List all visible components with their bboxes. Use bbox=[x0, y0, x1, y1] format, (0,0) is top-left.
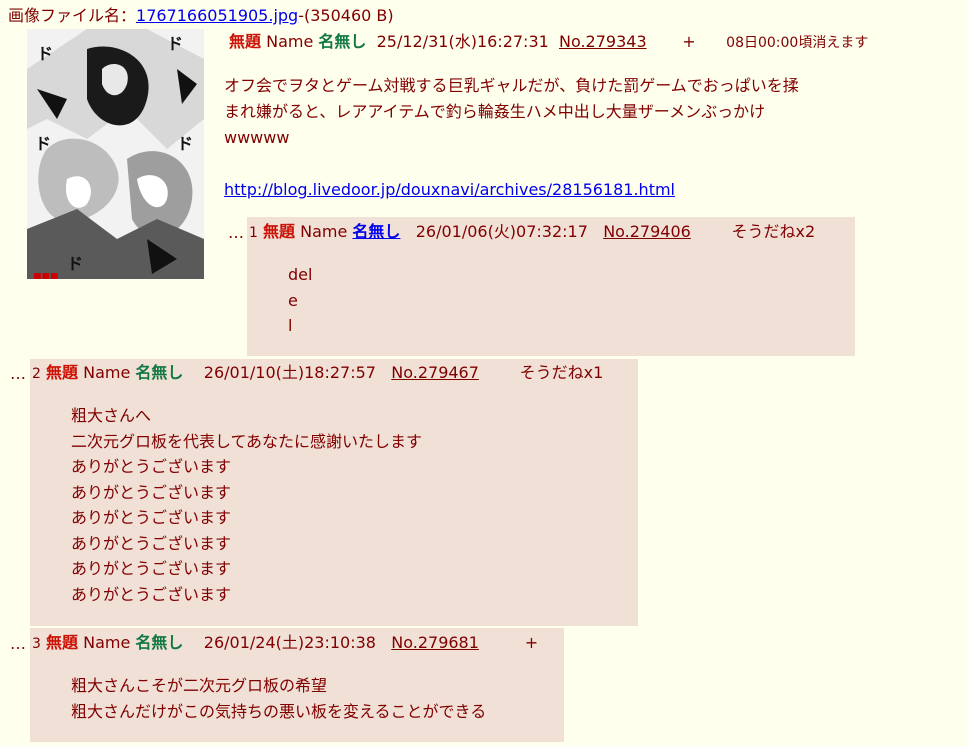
reply-1-name-link[interactable]: 名無し bbox=[352, 222, 400, 241]
reply-2-line: ありがとうございます bbox=[71, 457, 232, 476]
reply-3: 3 無題 Name 名無し 26/01/24(土)23:10:38 No.279… bbox=[30, 628, 564, 742]
reply-1-line: e bbox=[288, 290, 298, 310]
op-date: 25/12/31(水)16:27:31 bbox=[376, 32, 549, 51]
reply-3-date: 26/01/24(土)23:10:38 bbox=[203, 633, 376, 652]
op-body-line: まれ嫌がると、レアアイテムで釣ら輪姦生ハメ中出し大量ザーメンぶっかけ bbox=[224, 102, 766, 121]
reply-2-date: 26/01/10(土)18:27:57 bbox=[203, 363, 376, 382]
reply-2: 2 無題 Name 名無し 26/01/10(土)18:27:57 No.279… bbox=[30, 359, 638, 626]
reply-3-name-label: Name bbox=[83, 633, 131, 652]
svg-text:ド: ド bbox=[35, 134, 51, 153]
file-size: -(350460 B) bbox=[298, 6, 394, 25]
reply-1-name-label: Name bbox=[300, 222, 348, 241]
reply-3-name: 名無し bbox=[135, 633, 184, 652]
op-name-label: Name bbox=[266, 32, 314, 51]
file-info: 画像ファイル名：1767166051905.jpg-(350460 B) bbox=[8, 6, 394, 26]
reply-2-sodane-button[interactable]: そうだねx1 bbox=[520, 363, 604, 382]
reply-2-line: ありがとうございます bbox=[71, 533, 232, 553]
svg-text:ド: ド bbox=[177, 134, 193, 153]
reply-1-post-number[interactable]: No.279406 bbox=[603, 222, 691, 241]
reply-1-index: 1 bbox=[249, 225, 258, 241]
reply-3-post-number[interactable]: No.279681 bbox=[391, 633, 479, 652]
op-title: 無題 bbox=[229, 32, 262, 51]
op-external-link[interactable]: http://blog.livedoor.jp/douxnavi/archive… bbox=[224, 180, 675, 199]
op-sodane-button[interactable]: + bbox=[682, 32, 695, 51]
reply-3-line: 粗大さんこそが二次元グロ板の希望 bbox=[71, 676, 328, 695]
reply-3-body: 粗大さんこそが二次元グロ板の希望 粗大さんだけがこの気持ちの悪い板を変えることが… bbox=[71, 673, 486, 724]
reply-2-index: 2 bbox=[32, 366, 41, 382]
op-header: 無題 Name 名無し 25/12/31(水)16:27:31 No.27934… bbox=[229, 32, 868, 53]
op-body: オフ会でヲタとゲーム対戦する巨乳ギャルだが、負けた罰ゲームでおっぱいを揉 まれ嫌… bbox=[224, 73, 864, 203]
reply-2-line: ありがとうございます bbox=[71, 584, 232, 604]
file-label: 画像ファイル名： bbox=[8, 6, 137, 25]
reply-2-header: 2 無題 Name 名無し 26/01/10(土)18:27:57 No.279… bbox=[32, 363, 603, 384]
reply-1: 1 無題 Name 名無し 26/01/06(火)07:32:17 No.279… bbox=[247, 217, 855, 356]
reply-2-name: 名無し bbox=[135, 363, 184, 382]
reply-2-line: ありがとうございます bbox=[71, 559, 232, 578]
op-post-number[interactable]: No.279343 bbox=[559, 32, 647, 51]
op-body-line: オフ会でヲタとゲーム対戦する巨乳ギャルだが、負けた罰ゲームでおっぱいを揉 bbox=[224, 76, 799, 95]
reply-1-header: 1 無題 Name 名無し 26/01/06(火)07:32:17 No.279… bbox=[249, 222, 815, 243]
reply-3-line: 粗大さんだけがこの気持ちの悪い板を変えることができる bbox=[71, 701, 487, 721]
reply-2-line: 粗大さんへ bbox=[71, 406, 152, 425]
reply-1-line: del bbox=[288, 265, 313, 284]
svg-text:■■■: ■■■ bbox=[33, 272, 59, 279]
reply-1-line: l bbox=[288, 316, 293, 335]
reply-3-header: 3 無題 Name 名無し 26/01/24(土)23:10:38 No.279… bbox=[32, 633, 538, 654]
reply-1-date: 26/01/06(火)07:32:17 bbox=[415, 222, 588, 241]
op-body-line: wwwww bbox=[224, 128, 290, 147]
reply-2-line: ありがとうございます bbox=[71, 508, 232, 527]
reply-2-line: 二次元グロ板を代表してあなたに感謝いたします bbox=[71, 431, 423, 451]
reply-2-dots: … bbox=[10, 364, 26, 383]
reply-3-index: 3 bbox=[32, 636, 41, 652]
svg-text:ド: ド bbox=[167, 34, 183, 53]
op-expire-notice: 08日00:00頃消えます bbox=[726, 35, 869, 51]
svg-text:ド: ド bbox=[67, 254, 83, 273]
reply-3-dots: … bbox=[10, 634, 26, 653]
reply-1-sodane-button[interactable]: そうだねx2 bbox=[732, 222, 816, 241]
reply-2-title: 無題 bbox=[46, 363, 79, 382]
svg-text:ド: ド bbox=[37, 44, 53, 63]
op-name: 名無し bbox=[318, 32, 367, 51]
reply-1-body: del e l bbox=[288, 262, 312, 339]
thumbnail-image[interactable]: ド ド ド ド ド ■■■ bbox=[27, 29, 204, 279]
reply-1-title: 無題 bbox=[263, 222, 296, 241]
file-link[interactable]: 1767166051905.jpg bbox=[136, 6, 298, 25]
reply-3-sodane-button[interactable]: + bbox=[525, 633, 538, 652]
reply-3-title: 無題 bbox=[46, 633, 79, 652]
reply-1-dots: … bbox=[228, 223, 244, 242]
reply-2-name-label: Name bbox=[83, 363, 131, 382]
reply-2-body: 粗大さんへ 二次元グロ板を代表してあなたに感謝いたします ありがとうございます … bbox=[71, 403, 422, 607]
reply-2-post-number[interactable]: No.279467 bbox=[391, 363, 479, 382]
reply-2-line: ありがとうございます bbox=[71, 482, 232, 502]
